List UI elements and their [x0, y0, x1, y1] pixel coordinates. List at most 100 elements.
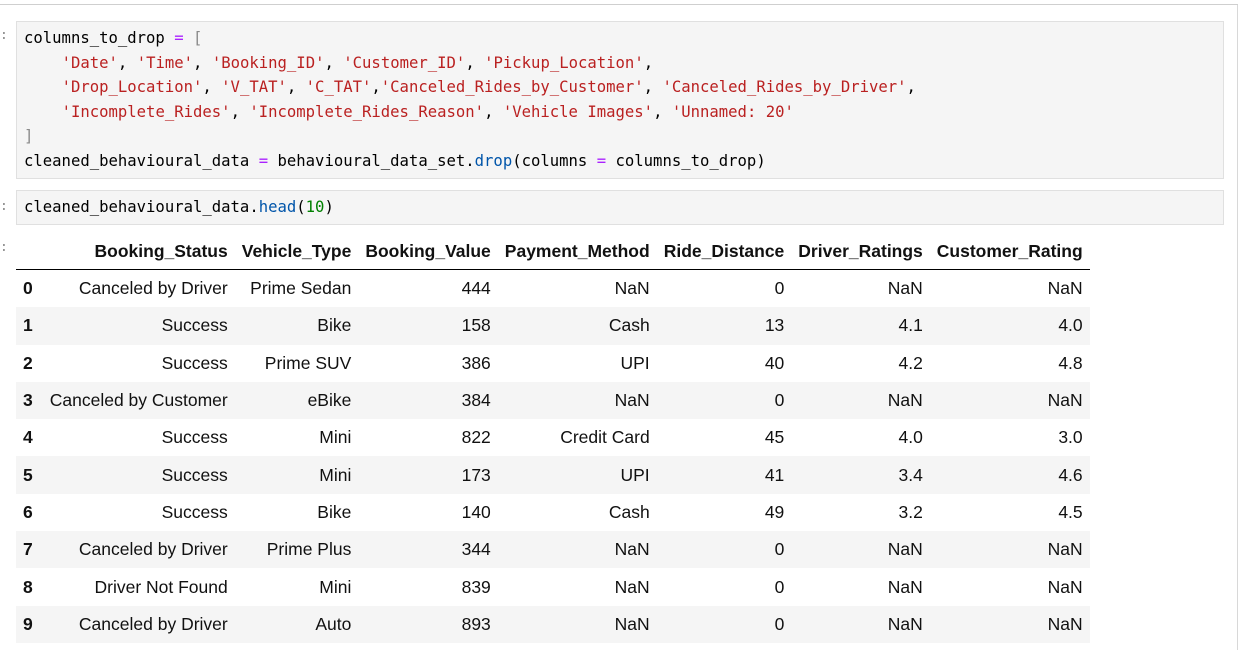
table-cell: Success — [161, 464, 228, 485]
table-cell: 4.1 — [898, 315, 923, 336]
table-cell: NaN — [887, 539, 923, 560]
row-index: 0 — [23, 278, 33, 299]
table-row: 8 Driver Not Found Mini 839 NaN 0 NaN Na… — [16, 568, 1090, 605]
table-cell: 3.2 — [898, 501, 923, 522]
table-cell: NaN — [887, 576, 923, 597]
row-index: 3 — [23, 390, 33, 411]
table-cell: Success — [161, 352, 228, 373]
table-cell: Cash — [608, 315, 650, 336]
table-cell: 4.2 — [898, 352, 923, 373]
table-cell: NaN — [887, 613, 923, 634]
table-cell: 822 — [461, 427, 491, 448]
string-literal: 'Date' — [61, 53, 118, 72]
row-index: 9 — [23, 613, 33, 634]
table-cell: 4.0 — [1058, 315, 1083, 336]
string-literal: 'Customer_ID' — [343, 53, 466, 72]
table-cell: Mini — [319, 576, 352, 597]
code-line-2: 'Date', 'Time', 'Booking_ID', 'Customer_… — [61, 53, 654, 72]
string-literal: 'Canceled_Rides_by_Driver' — [662, 78, 907, 96]
table-cell: Success — [161, 427, 228, 448]
table-cell: Prime Plus — [266, 539, 352, 560]
table-row: 3 Canceled by Customer eBike 384 NaN 0 N… — [16, 381, 1090, 420]
table-cell: 4.5 — [1058, 501, 1083, 522]
table-cell: 344 — [461, 539, 491, 560]
table-cell: 4.6 — [1058, 464, 1083, 485]
table-cell: Cash — [608, 501, 650, 522]
string-literal: 'Canceled_Rides_by_Customer' — [380, 78, 644, 96]
table-cell: eBike — [307, 390, 352, 411]
table-cell: UPI — [620, 352, 650, 373]
row-index: 4 — [23, 427, 33, 448]
code-line-1: columns_to_drop = [ — [24, 29, 202, 47]
table-cell: Auto — [315, 613, 352, 634]
assign-operator: = — [164, 29, 193, 47]
table-row: 2 Success Prime SUV 386 UPI 40 4.2 4.8 — [16, 345, 1090, 382]
table-cell: 839 — [461, 576, 491, 597]
table-cell: Credit Card — [560, 427, 650, 448]
code-cell-columns-to-drop[interactable]: columns_to_drop = [ 'Date', 'Time', 'Boo… — [16, 21, 1224, 179]
table-cell: 4.8 — [1058, 352, 1083, 373]
table-cell: Bike — [317, 501, 352, 522]
table-cell: Driver Not Found — [94, 576, 228, 597]
table-cell: 4.0 — [898, 427, 923, 448]
row-index: 8 — [23, 576, 33, 597]
table-cell: 0 — [774, 576, 785, 597]
table-cell: 13 — [764, 315, 785, 336]
table-cell: Success — [161, 315, 228, 336]
call-paren: ( — [296, 198, 306, 216]
number-literal: 10 — [305, 198, 325, 216]
string-literal: 'Pickup_Location' — [484, 53, 644, 72]
column-header: Driver_Ratings — [791, 233, 930, 270]
column-header: Payment_Method — [497, 233, 657, 270]
code-cell-head[interactable]: cleaned_behavioural_data.head(10) — [16, 190, 1224, 225]
dataframe-output-table: Booking_Status Vehicle_Type Booking_Valu… — [16, 233, 1090, 643]
kwarg-operator: = — [596, 151, 607, 170]
column-header: Ride_Distance — [656, 233, 792, 270]
code-line-3: 'Drop_Location', 'V_TAT', 'C_TAT','Cance… — [61, 78, 916, 96]
column-header: Booking_Value — [358, 233, 498, 270]
notebook-top-border — [0, 0, 1238, 5]
table-cell: Prime SUV — [264, 352, 352, 373]
row-index: 1 — [23, 315, 33, 336]
table-cell: Prime Sedan — [250, 278, 352, 299]
row-index: 7 — [23, 539, 33, 560]
table-cell: 3.0 — [1058, 427, 1083, 448]
string-literal: 'Time' — [136, 53, 194, 72]
table-cell: 444 — [461, 278, 491, 299]
assign-operator: = — [249, 151, 278, 170]
table-cell: 0 — [774, 539, 785, 560]
table-cell: NaN — [1047, 390, 1083, 411]
string-literal: 'C_TAT' — [305, 78, 372, 96]
table-row: 5 Success Mini 173 UPI 41 3.4 4.6 — [16, 456, 1090, 494]
table-cell: 0 — [774, 390, 785, 411]
table-cell: NaN — [614, 613, 650, 634]
method-name: drop — [474, 151, 513, 170]
index-header — [16, 233, 43, 270]
table-row: 7 Canceled by Driver Prime Plus 344 NaN … — [16, 531, 1090, 569]
string-literal: 'Vehicle Images' — [502, 102, 654, 121]
variable-name: columns_to_drop — [24, 29, 165, 47]
call-args: (columns — [512, 151, 597, 170]
table-cell: Canceled by Driver — [78, 539, 228, 560]
table-cell: Mini — [319, 464, 352, 485]
column-header: Booking_Status — [42, 233, 235, 270]
table-cell: NaN — [614, 576, 650, 597]
column-header: Customer_Rating — [929, 233, 1090, 270]
table-cell: NaN — [1047, 539, 1083, 560]
table-cell: NaN — [887, 390, 923, 411]
table-cell: 0 — [774, 613, 785, 634]
string-literal: 'Incomplete_Rides_Reason' — [249, 102, 485, 121]
table-row: 9 Canceled by Driver Auto 893 NaN 0 NaN … — [16, 605, 1090, 643]
table-cell: 45 — [764, 427, 785, 448]
call-paren: ) — [324, 198, 334, 216]
table-row: 6 Success Bike 140 Cash 49 3.2 4.5 — [16, 494, 1090, 531]
output-prompt: : — [0, 240, 8, 255]
cell-prompt-1: : — [0, 28, 8, 43]
table-cell: NaN — [614, 278, 650, 299]
variable-name: cleaned_behavioural_data — [24, 151, 250, 170]
row-index: 5 — [23, 464, 33, 485]
table-header-row: Booking_Status Vehicle_Type Booking_Valu… — [16, 233, 1090, 270]
table-cell: 893 — [461, 613, 491, 634]
table-cell: NaN — [614, 539, 650, 560]
table-cell: NaN — [1047, 278, 1083, 299]
